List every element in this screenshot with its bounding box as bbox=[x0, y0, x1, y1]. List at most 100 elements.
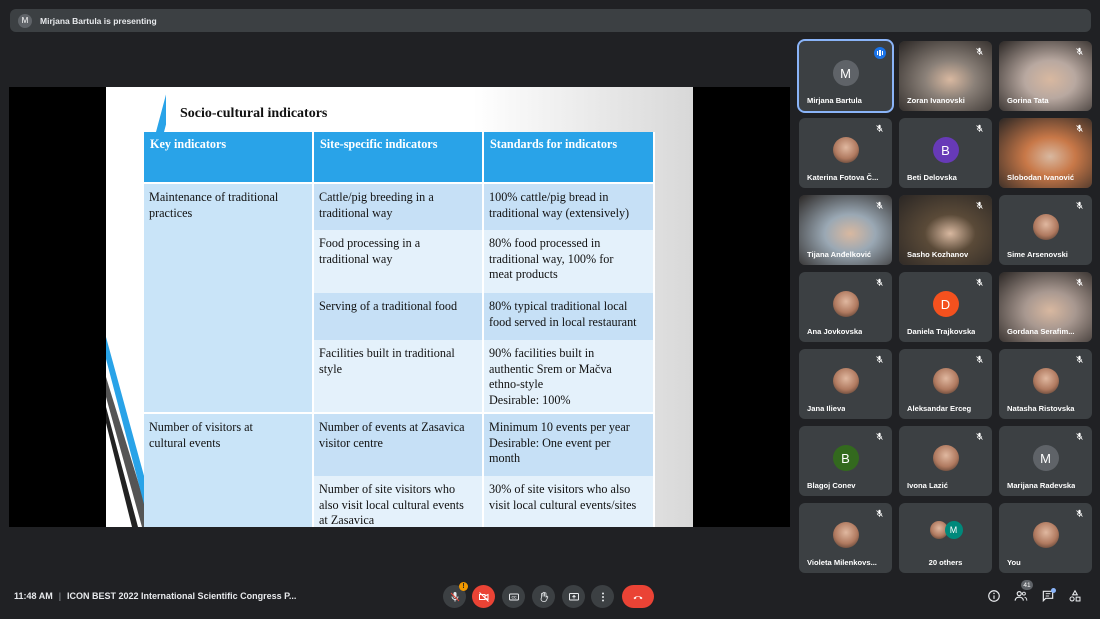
header-standards-for-indicators: Standards for indicators bbox=[483, 132, 655, 184]
people-count-badge: 41 bbox=[1021, 580, 1033, 590]
participant-name: Aleksandar Erceg bbox=[907, 404, 972, 413]
participant-tile[interactable]: Sasho Kozhanov bbox=[899, 195, 992, 265]
participant-tile[interactable]: Natasha Ristovska bbox=[999, 349, 1092, 419]
participant-name: Jana Ilieva bbox=[807, 404, 846, 413]
indicators-table: Key indicators Site-specific indicators … bbox=[144, 132, 655, 527]
participant-name: Beti Delovska bbox=[907, 173, 957, 182]
mic-off-icon bbox=[450, 591, 459, 601]
header-site-specific-indicators: Site-specific indicators bbox=[313, 132, 484, 184]
participant-avatar bbox=[1032, 214, 1059, 240]
mic-off-icon bbox=[1075, 201, 1084, 210]
mic-warning-badge: ! bbox=[459, 582, 468, 591]
participant-name: Blagoj Conev bbox=[807, 481, 856, 490]
mic-off-icon bbox=[975, 201, 984, 210]
participant-tile[interactable]: Slobodan Ivanović bbox=[999, 118, 1092, 188]
mic-off-icon bbox=[1075, 124, 1084, 133]
standard-cell: 30% of site visitors who also visit local… bbox=[483, 476, 655, 527]
site-specific-cell: Food processing in a traditional way bbox=[313, 230, 484, 293]
camera-button[interactable] bbox=[472, 585, 495, 608]
meeting-title[interactable]: ICON BEST 2022 International Scientific … bbox=[67, 591, 296, 601]
participant-tile[interactable]: Sime Arsenovski bbox=[999, 195, 1092, 265]
participant-tile[interactable]: Aleksandar Erceg bbox=[899, 349, 992, 419]
participant-name: Sasho Kozhanov bbox=[907, 250, 969, 259]
raise-hand-button[interactable] bbox=[532, 585, 555, 608]
participant-tile[interactable]: Katerina Fotova Č... bbox=[799, 118, 892, 188]
speaking-indicator-icon bbox=[874, 47, 886, 59]
mic-off-icon bbox=[1075, 47, 1084, 56]
participant-tile[interactable]: B Beti Delovska bbox=[899, 118, 992, 188]
participant-name: Zoran Ivanovski bbox=[907, 96, 965, 105]
captions-button[interactable]: CC bbox=[502, 585, 525, 608]
participant-tile[interactable]: M 20 others bbox=[899, 503, 992, 573]
participant-tile[interactable]: Ivona Lazić bbox=[899, 426, 992, 496]
participant-name: Mirjana Bartula bbox=[807, 96, 862, 105]
participant-name: Marijana Radevska bbox=[1007, 481, 1076, 490]
cell-text-line: 90% facilities built in bbox=[489, 346, 595, 360]
participant-avatar: B bbox=[932, 137, 959, 163]
mic-off-icon bbox=[875, 201, 884, 210]
presenting-banner: M Mirjana Bartula is presenting bbox=[10, 9, 1091, 32]
mic-off-icon bbox=[975, 124, 984, 133]
cell-text-line: Facilities built in traditional bbox=[319, 346, 455, 360]
cell-text-line: Number of site visitors who bbox=[319, 482, 456, 496]
mic-off-icon bbox=[875, 432, 884, 441]
mic-off-icon bbox=[975, 278, 984, 287]
mic-off-icon bbox=[975, 432, 984, 441]
site-specific-cell: Serving of a traditional food bbox=[313, 293, 484, 340]
cell-text-line: visit local cultural events/sites bbox=[489, 497, 637, 512]
key-indicator-cell: Maintenance of traditional practices bbox=[144, 182, 314, 413]
participant-avatar bbox=[1032, 522, 1059, 548]
participant-tile[interactable]: Gorina Tata bbox=[999, 41, 1092, 111]
cell-text-line: authentic Srem or Mačva bbox=[489, 361, 612, 376]
mic-off-icon bbox=[1075, 509, 1084, 518]
participant-tile[interactable]: You bbox=[999, 503, 1092, 573]
key-indicator-cell: Number of visitors at cultural events bbox=[144, 412, 314, 527]
people-icon bbox=[1014, 591, 1028, 601]
participant-tile[interactable]: Tijana Anđelković bbox=[799, 195, 892, 265]
cell-text-line: ethno-style bbox=[489, 377, 544, 391]
people-button[interactable] bbox=[1014, 589, 1028, 603]
microphone-button[interactable]: ! bbox=[443, 582, 468, 608]
participant-tile[interactable]: D Daniela Trajkovska bbox=[899, 272, 992, 342]
participant-avatar bbox=[932, 445, 959, 471]
participant-tile[interactable]: Violeta Milenkovs... bbox=[799, 503, 892, 573]
participant-name: Natasha Ristovska bbox=[1007, 404, 1075, 413]
cell-text-line: Desirable: One event per bbox=[489, 435, 611, 450]
camera-off-icon bbox=[478, 591, 489, 602]
cell-text-line: food served in local restaurant bbox=[489, 314, 637, 329]
cell-text-line: 100% cattle/pig bread in bbox=[489, 190, 609, 204]
bottom-control-bar: 11:48 AM | ICON BEST 2022 International Sc… bbox=[0, 578, 1100, 619]
leave-call-button[interactable] bbox=[622, 585, 654, 608]
participant-avatar: D bbox=[932, 291, 959, 317]
meeting-details-button[interactable] bbox=[987, 589, 1001, 603]
participant-tile[interactable]: Gordana Serafim... bbox=[999, 272, 1092, 342]
site-specific-cell: Facilities built in traditional style bbox=[313, 340, 484, 413]
cell-text-line: style bbox=[319, 361, 343, 376]
meeting-info: 11:48 AM | ICON BEST 2022 International Sc… bbox=[14, 591, 296, 601]
mic-off-icon bbox=[1075, 355, 1084, 364]
cell-text-line: Food processing in a bbox=[319, 236, 421, 250]
standard-cell: Minimum 10 events per year Desirable: One… bbox=[483, 412, 655, 476]
participant-avatar bbox=[832, 291, 859, 317]
cell-text-line: 30% of site visitors who also bbox=[489, 482, 631, 496]
participant-tile[interactable]: Zoran Ivanovski bbox=[899, 41, 992, 111]
participant-name: Slobodan Ivanović bbox=[1007, 173, 1075, 182]
presenting-text: Mirjana Bartula is presenting bbox=[40, 15, 157, 26]
mic-off-icon bbox=[1075, 432, 1084, 441]
participant-avatar bbox=[832, 137, 859, 163]
participant-tile[interactable]: Jana Ilieva bbox=[799, 349, 892, 419]
participant-name: Tijana Anđelković bbox=[807, 250, 872, 259]
participant-tile[interactable]: B Blagoj Conev bbox=[799, 426, 892, 496]
participant-tile[interactable]: M Mirjana Bartula bbox=[797, 39, 894, 113]
activities-button[interactable] bbox=[1068, 589, 1082, 603]
participant-tile[interactable]: M Marijana Radevska bbox=[999, 426, 1092, 496]
cell-text-line: 80% food processed in bbox=[489, 236, 601, 250]
mic-off-icon bbox=[1075, 278, 1084, 287]
cell-text-line: Desirable: 100% bbox=[489, 392, 571, 407]
cell-text-line: Number of visitors at bbox=[149, 420, 253, 434]
more-options-button[interactable] bbox=[591, 585, 614, 608]
participant-tile[interactable]: Ana Jovkovska bbox=[799, 272, 892, 342]
table-row: Maintenance of traditional practices Cattl… bbox=[144, 182, 655, 413]
more-vertical-icon bbox=[601, 592, 604, 601]
present-screen-button[interactable] bbox=[562, 585, 585, 608]
